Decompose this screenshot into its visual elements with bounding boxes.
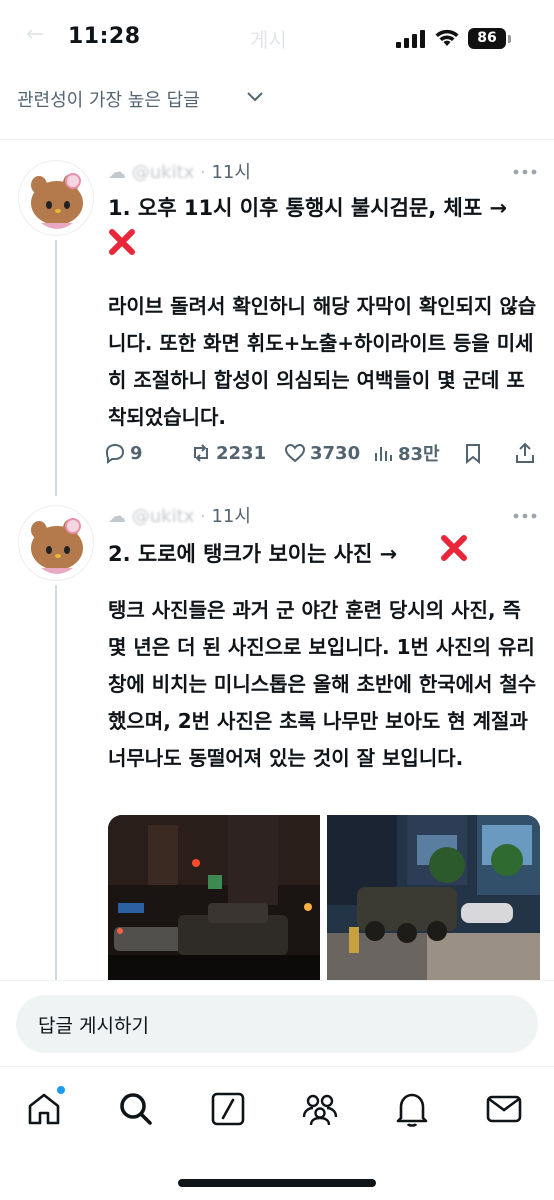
communities-icon[interactable] <box>300 1089 340 1129</box>
reply-composer: 답글 게시하기 <box>0 980 554 1065</box>
author-row: ☁︎ @ukitx · 11시 <box>108 162 251 183</box>
tweet-media[interactable] <box>108 815 540 980</box>
repost-count: 2231 <box>216 442 267 464</box>
tab-grok[interactable] <box>208 1089 248 1129</box>
back-arrow-icon[interactable]: ← <box>26 22 44 47</box>
notification-dot <box>56 1085 66 1095</box>
thread-line <box>55 585 57 980</box>
bookmark-icon <box>466 444 480 464</box>
heart-icon <box>284 443 306 463</box>
like-count: 3730 <box>310 442 361 464</box>
tab-messages[interactable] <box>484 1089 524 1129</box>
chevron-down-icon[interactable] <box>246 90 264 104</box>
search-icon[interactable] <box>116 1089 156 1129</box>
battery-tip <box>508 35 511 43</box>
author-handle[interactable]: @ukitx <box>132 506 195 527</box>
verified-badge-icon: ☁︎ <box>108 506 126 527</box>
reply-button[interactable]: 9 <box>104 436 143 470</box>
notifications-icon[interactable] <box>392 1089 432 1129</box>
more-options-icon[interactable] <box>512 168 538 176</box>
reply-placeholder[interactable]: 답글 게시하기 <box>38 1011 149 1038</box>
home-icon[interactable] <box>24 1089 64 1129</box>
views-button[interactable]: 83만 <box>372 436 440 470</box>
avatar[interactable] <box>18 505 94 581</box>
bottom-tab-bar <box>0 1066 554 1200</box>
thread-line <box>55 240 57 496</box>
messages-icon[interactable] <box>484 1089 524 1129</box>
faded-page-title: 게시 <box>250 28 287 52</box>
view-count: 83만 <box>398 444 440 465</box>
bookmark-button[interactable] <box>462 436 484 470</box>
wifi-icon <box>435 29 459 46</box>
verified-badge-icon: ☁︎ <box>108 162 126 183</box>
sort-selector[interactable]: 관련성이 가장 높은 답글 <box>0 80 554 140</box>
author-row: ☁︎ @ukitx · 11시 <box>108 506 251 527</box>
reply-count: 9 <box>130 442 143 464</box>
tweet-body: 라이브 돌려서 확인하니 해당 자막이 확인되지 않습니다. 또한 화면 휘도+… <box>108 294 537 429</box>
tab-home[interactable] <box>24 1085 66 1129</box>
tab-notifications[interactable] <box>392 1089 432 1129</box>
grok-icon[interactable] <box>208 1089 248 1129</box>
status-bar: ← 게시 11:28 86 <box>0 0 554 80</box>
more-options-icon[interactable] <box>512 512 538 520</box>
home-indicator <box>178 1179 376 1187</box>
tab-communities[interactable] <box>300 1089 340 1129</box>
sort-label[interactable]: 관련성이 가장 높은 답글 <box>17 86 200 112</box>
avatar[interactable] <box>18 160 94 236</box>
cellular-signal-icon <box>396 30 425 48</box>
tweet-headline: 2. 도로에 탱크가 보이는 사진 → <box>108 542 398 566</box>
tweet-actions: 9 2231 3730 83만 <box>104 436 544 470</box>
share-icon <box>516 442 534 463</box>
reply-icon <box>105 443 125 464</box>
battery-indicator: 86 <box>468 28 506 49</box>
tab-search[interactable] <box>116 1089 156 1129</box>
tweet-headline: 1. 오후 11시 이후 통행시 불시검문, 체포 → <box>108 196 508 220</box>
tank-photo-1[interactable] <box>108 815 320 980</box>
views-icon <box>375 447 392 461</box>
repost-icon <box>194 444 208 462</box>
tweet-time: 11시 <box>211 506 251 527</box>
like-button[interactable]: 3730 <box>284 436 360 470</box>
reply-input[interactable]: 답글 게시하기 <box>16 995 538 1053</box>
share-button[interactable] <box>514 436 536 470</box>
tank-photo-2[interactable] <box>326 815 540 980</box>
cross-mark-icon <box>441 535 467 561</box>
tweet-time: 11시 <box>211 162 251 183</box>
cross-mark-icon <box>109 229 135 255</box>
status-time: 11:28 <box>68 24 141 49</box>
tweet-body: 탱크 사진들은 과거 군 야간 훈련 당시의 사진, 즉 몇 년은 더 된 사진… <box>108 598 537 770</box>
author-handle[interactable]: @ukitx <box>132 162 195 183</box>
repost-button[interactable]: 2231 <box>190 436 266 470</box>
